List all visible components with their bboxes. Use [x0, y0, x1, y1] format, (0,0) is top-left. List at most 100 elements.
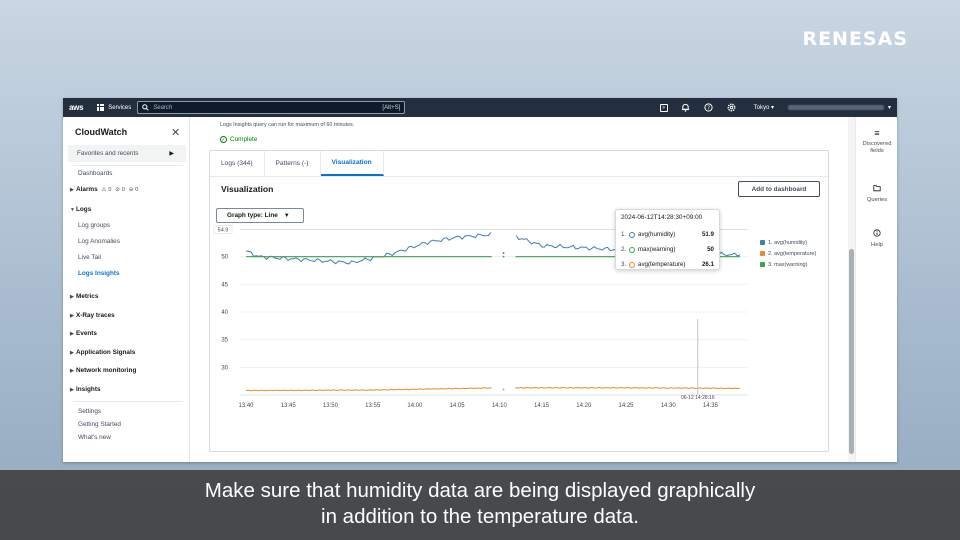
x-tick-label: 14:25 — [618, 403, 634, 409]
gap-point — [502, 388, 505, 391]
x-tick-label: 14:15 — [534, 403, 550, 409]
legend-label: 3. max(warning) — [768, 262, 808, 268]
chart-tooltip: 2024-06-12T14:28:30+09:00 1. avg(humidit… — [615, 209, 720, 270]
metrics-label: Metrics — [76, 293, 99, 300]
tooltip-time: 2024-06-12T14:28:30+09:00 — [621, 214, 703, 221]
svg-text:?: ? — [707, 105, 710, 111]
tooltip-row-name: avg(temperature) — [638, 261, 686, 268]
y-tick-label: 45 — [221, 282, 228, 288]
sidebar-item-application-signals[interactable]: ▶ Application Signals — [70, 349, 135, 356]
rail-discovered-fields[interactable]: ≡ Discovered fields — [856, 128, 897, 155]
status-label: Complete — [230, 136, 258, 143]
grid-icon — [97, 104, 105, 111]
tooltip-row-value: 51.9 — [701, 231, 714, 238]
tooltip-row-value: 26.1 — [701, 261, 714, 268]
tooltip-row: 2. max(warning) 50 — [621, 242, 714, 257]
legend-swatch — [760, 240, 765, 245]
sidebar-item-metrics[interactable]: ▶ Metrics — [70, 293, 98, 300]
cloudshell-icon[interactable]: > — [659, 103, 668, 112]
services-menu[interactable]: Services — [97, 104, 131, 111]
y-tick-label: 35 — [221, 338, 228, 344]
caret-down-icon: ▼ — [283, 212, 290, 219]
series-line — [515, 386, 740, 390]
check-circle-icon: ✓ — [220, 136, 227, 143]
logs-label: Logs — [76, 206, 92, 213]
sidebar-item-live-tail[interactable]: Live Tail — [78, 254, 101, 261]
caption-line-2: in addition to the temperature data. — [321, 505, 639, 528]
series-line — [245, 387, 492, 392]
tooltip-row: 3. avg(temperature) 26.1 — [621, 257, 714, 272]
query-notice: Logs Insights query can run for maximum … — [220, 122, 355, 128]
search-shortcut: [Alt+S] — [382, 104, 401, 111]
help-icon[interactable]: ? — [704, 103, 714, 113]
favorites-and-recents[interactable]: Favorites and recents ▶ — [68, 145, 186, 162]
graph-type-select[interactable]: Graph type: Line ▼ — [216, 208, 304, 223]
favorites-label: Favorites and recents — [77, 150, 139, 157]
alarm-ok-icon: ⊘ — [115, 187, 120, 193]
xray-label: X-Ray traces — [76, 312, 115, 319]
chart-canvas[interactable]: 30 35 40 45 50 54.9 13:40 13:45 13:50 13:55 14:00 1… — [210, 225, 830, 453]
tab-visualization[interactable]: Visualization — [320, 151, 384, 176]
bell-icon[interactable] — [681, 103, 691, 113]
scrollbar-thumb[interactable] — [849, 249, 854, 454]
rail-label: Discovered fields — [862, 141, 892, 154]
services-label: Services — [108, 104, 132, 111]
close-icon[interactable]: ✕ — [171, 126, 180, 139]
search-input[interactable]: Search [Alt+S] — [137, 101, 406, 114]
events-label: Events — [76, 330, 97, 337]
legend-label: 2. avg(temperature) — [768, 251, 816, 257]
series-ring-icon — [629, 246, 635, 253]
sidebar-item-events[interactable]: ▶ Events — [70, 330, 97, 337]
x-tick-label: 14:10 — [492, 403, 508, 409]
series-line — [245, 232, 492, 265]
tooltip-row-num: 2. — [621, 246, 627, 253]
rail-help[interactable]: Help — [856, 229, 897, 249]
application-signals-label: Application Signals — [76, 349, 136, 356]
tab-patterns[interactable]: Patterns (-) — [265, 151, 321, 176]
alarm-insufficient-icon: ⊖ — [128, 187, 134, 193]
settings-icon[interactable] — [727, 103, 737, 113]
tooltip-row-value: 50 — [707, 246, 714, 253]
sidebar-divider — [73, 401, 183, 402]
rail-label: Queries — [866, 197, 888, 203]
aws-logo[interactable]: aws — [69, 103, 84, 112]
line-chart[interactable]: 30 35 40 45 50 54.9 13:40 13:45 13:50 13:55 14:00 1… — [210, 225, 830, 453]
sidebar: CloudWatch ✕ Favorites and recents ▶ Das… — [63, 117, 190, 462]
scrollbar[interactable] — [848, 117, 855, 462]
add-to-dashboard-button[interactable]: Add to dashboard — [738, 181, 820, 197]
visualization-heading: Visualization — [221, 184, 274, 194]
sidebar-item-log-anomalies[interactable]: Log Anomalies — [78, 238, 120, 245]
sidebar-item-alarms[interactable]: ▶ Alarms ⚠ 0 ⊘ 0 ⊖ 0 — [70, 186, 138, 193]
sidebar-item-logs[interactable]: ▼Logs — [70, 206, 91, 213]
info-icon — [856, 229, 897, 238]
account-menu[interactable] — [787, 105, 884, 110]
insights-label: Insights — [76, 386, 101, 393]
sidebar-item-whats-new[interactable]: What's new — [78, 434, 111, 441]
chevron-down-icon[interactable]: ▾ — [888, 104, 891, 111]
y-tick-label: 30 — [221, 365, 228, 371]
sidebar-item-getting-started[interactable]: Getting Started — [78, 421, 121, 428]
sidebar-item-insights[interactable]: ▶ Insights — [70, 386, 101, 393]
alarm-count-ok: 0 — [121, 187, 125, 193]
region-selector[interactable]: Tokyo ▾ — [754, 104, 774, 111]
sidebar-item-logs-insights[interactable]: Logs Insights — [78, 270, 120, 277]
y-tick-label: 40 — [221, 310, 228, 316]
legend-swatch — [760, 262, 765, 267]
main-content: Logs Insights query can run for maximum … — [209, 117, 829, 462]
rail-queries[interactable]: Queries — [856, 184, 897, 204]
x-tick-label: 14:35 — [703, 403, 719, 409]
series-ring-icon — [629, 261, 635, 268]
graph-type-label: Graph type: Line — [227, 212, 278, 219]
sidebar-item-network-monitoring[interactable]: ▶ Network monitoring — [70, 367, 136, 374]
sidebar-item-xray-traces[interactable]: ▶ X-Ray traces — [70, 312, 115, 319]
renesas-logo: RENESAS — [802, 28, 908, 50]
sidebar-divider — [73, 165, 183, 166]
video-caption: Make sure that humidity data are being d… — [0, 470, 960, 540]
sidebar-item-log-groups[interactable]: Log groups — [78, 222, 110, 229]
sidebar-item-dashboards[interactable]: Dashboards — [78, 170, 112, 177]
list-icon: ≡ — [874, 128, 880, 138]
top-navigation: aws Services Search [Alt+S] > ? Tokyo ▾ … — [63, 98, 897, 117]
tab-logs[interactable]: Logs (344) — [210, 151, 265, 176]
sidebar-item-settings[interactable]: Settings — [78, 408, 101, 415]
query-status: ✓ Complete — [220, 136, 257, 143]
